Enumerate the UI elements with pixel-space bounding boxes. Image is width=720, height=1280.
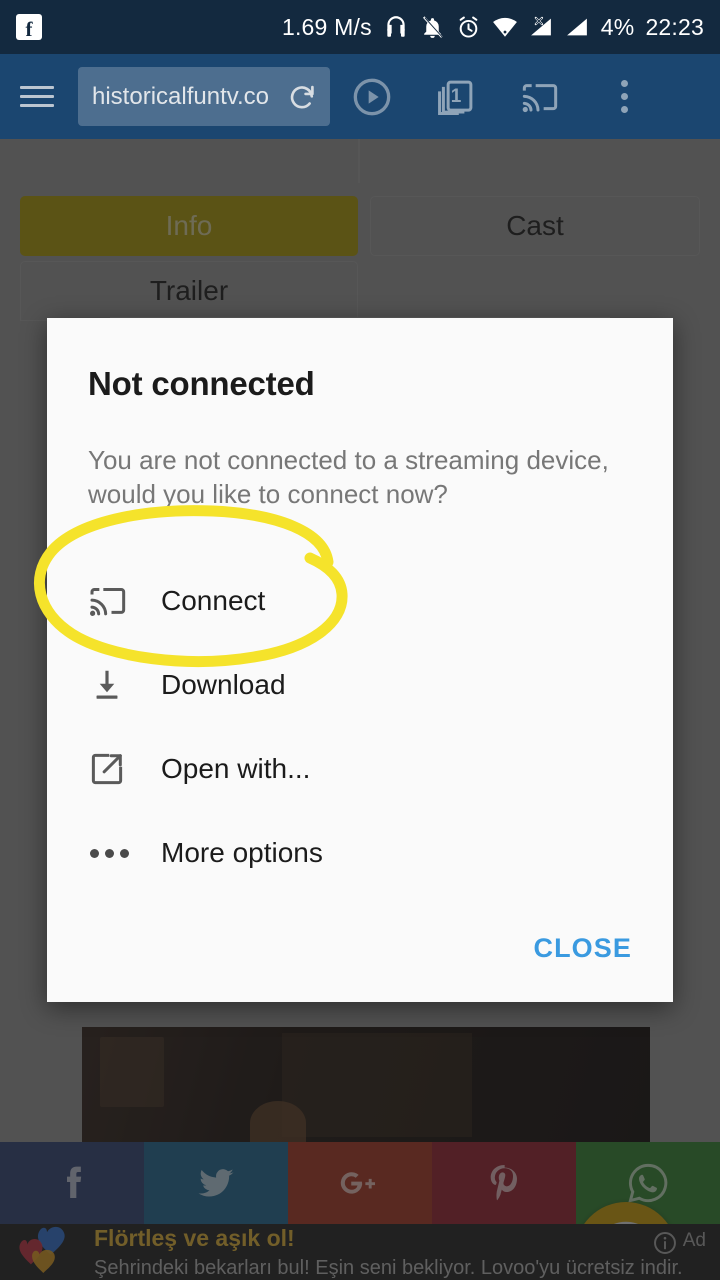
dialog-item-open-with[interactable]: Open with... <box>88 734 633 804</box>
cast-icon[interactable] <box>498 54 582 139</box>
play-circle-icon[interactable] <box>330 54 414 139</box>
reload-icon[interactable] <box>286 81 318 113</box>
dialog-message: You are not connected to a streaming dev… <box>88 445 609 509</box>
dialog-item-open-with-label: Open with... <box>161 753 311 784</box>
url-bar[interactable]: historicalfuntv.co <box>78 67 330 126</box>
cast-icon <box>88 581 144 621</box>
headset-icon <box>387 16 405 37</box>
dialog-title: Not connected <box>88 365 315 402</box>
more-horiz-icon <box>88 848 144 858</box>
facebook-icon: f <box>16 14 42 40</box>
battery-percent-text: 4% <box>600 13 635 40</box>
close-button[interactable]: CLOSE <box>525 923 640 974</box>
status-bar: f 1.69 M/s 4% 22:23 <box>0 0 720 54</box>
signal-bars-icon <box>566 18 587 36</box>
url-text: historicalfuntv.co <box>92 82 269 110</box>
status-bar-right: 1.69 M/s 4% 22:23 <box>282 14 704 41</box>
alarm-icon <box>459 16 478 38</box>
not-connected-dialog: Not connected You are not connected to a… <box>47 318 673 1002</box>
browser-toolbar: historicalfuntv.co 1 <box>0 54 720 139</box>
dialog-item-download-label: Download <box>161 669 286 700</box>
status-bar-left: f <box>16 14 42 40</box>
dialog-item-download[interactable]: Download <box>88 650 633 720</box>
open-in-new-icon <box>88 750 144 788</box>
hamburger-menu-icon[interactable] <box>0 54 74 139</box>
dialog-item-more-options-label: More options <box>161 837 323 868</box>
dialog-item-connect-label: Connect <box>161 585 266 616</box>
download-icon <box>88 666 144 704</box>
overflow-dots <box>620 80 628 113</box>
signal-no-sim-icon <box>530 16 551 36</box>
tab-switcher-icon[interactable]: 1 <box>414 54 498 139</box>
clock-text: 22:23 <box>645 13 704 40</box>
wifi-icon <box>492 17 517 37</box>
hamburger-lines <box>20 80 54 113</box>
network-speed-text: 1.69 M/s <box>281 13 372 40</box>
dialog-item-connect[interactable]: Connect <box>88 566 633 636</box>
phone-screen: f 1.69 M/s 4% 22:23 historicalfuntv.co 1… <box>0 0 720 1280</box>
dialog-item-more-options[interactable]: More options <box>88 818 633 888</box>
more-vert-icon[interactable] <box>582 54 666 139</box>
notifications-off-icon <box>422 15 443 38</box>
